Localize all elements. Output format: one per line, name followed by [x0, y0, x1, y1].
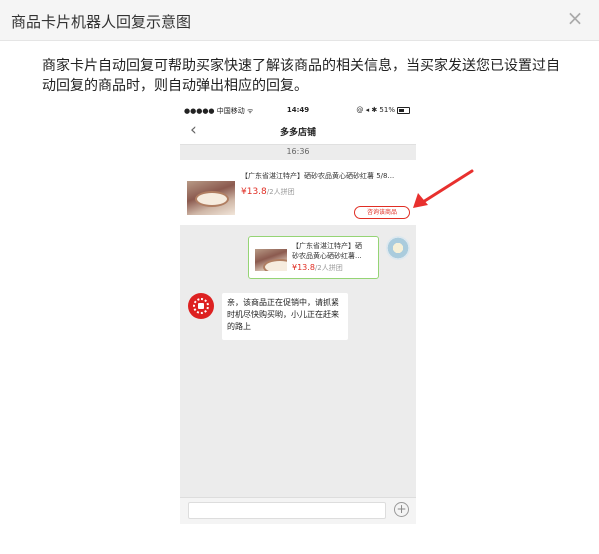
shop-name: 多多店铺: [279, 128, 316, 138]
dialog-header: 商品卡片机器人回复示意图 ×: [0, 0, 599, 41]
close-icon[interactable]: ×: [565, 8, 585, 28]
status-indicators: @ ◂ ✱ 51%: [356, 106, 410, 114]
product-thumbnail: [187, 181, 235, 215]
product-card[interactable]: 【广东省湛江特产】硒砂农品黄心硒砂红薯 5/8... ¥13.8/2人拼团 咨询…: [180, 160, 416, 225]
status-icons: @ ◂ ✱ 51%: [356, 106, 395, 114]
sent-product-thumbnail: [255, 249, 287, 271]
price-sub: /2人拼团: [266, 188, 295, 196]
phone-screenshot: ●●●●● 中国移动 ᯤ 14:49 @ ◂ ✱ 51% ‹ 多多店铺 16:3…: [180, 103, 416, 524]
sent-price-value: ¥13.8: [292, 263, 315, 272]
sent-price-sub: /2人拼团: [314, 264, 343, 272]
price-value: ¥13.8: [241, 187, 267, 197]
product-card-price: ¥13.8/2人拼团: [241, 187, 295, 197]
chat-input[interactable]: [188, 502, 386, 519]
sent-card-title-line2: 砂农品黄心硒砂红薯...: [292, 252, 362, 260]
shop-avatar: [188, 293, 214, 319]
user-avatar: [386, 236, 410, 260]
sent-product-card[interactable]: 【广东省湛江特产】硒 砂农品黄心硒砂红薯... ¥13.8/2人拼团: [248, 236, 379, 279]
product-card-title: 【广东省湛江特产】硒砂农品黄心硒砂红薯 5/8...: [241, 172, 395, 180]
description-text: 商家卡片自动回复可帮助买家快速了解该商品的相关信息，当买家发送您已设置过自动回复…: [42, 58, 560, 94]
chat-timestamp: 16:36: [286, 147, 310, 156]
auto-reply-bubble: 亲，该商品正在促销中，请抓紧时机尽快购买哟，小儿正在赶来的路上: [222, 293, 348, 340]
plus-icon[interactable]: +: [394, 502, 409, 517]
nav-bar: ‹ 多多店铺: [180, 118, 416, 145]
dialog-title: 商品卡片机器人回复示意图: [11, 13, 192, 31]
status-bar: ●●●●● 中国移动 ᯤ 14:49 @ ◂ ✱ 51%: [180, 103, 416, 118]
battery-icon: [397, 106, 410, 114]
sent-card-title-line1: 【广东省湛江特产】硒: [292, 242, 362, 250]
consult-product-button[interactable]: 咨询该商品: [354, 206, 410, 219]
sent-card-price: ¥13.8/2人拼团: [292, 263, 343, 273]
chat-input-bar: +: [180, 497, 416, 524]
arrow-shaft: [421, 169, 474, 204]
